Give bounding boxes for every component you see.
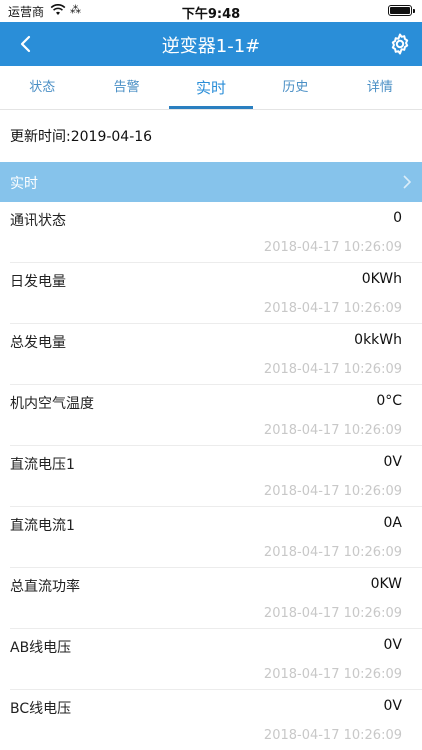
item-value: 0V [383,454,402,470]
tab-history[interactable]: 历史 [253,66,337,109]
gear-icon[interactable] [388,32,412,56]
item-value: 0kkWh [354,332,402,348]
status-time: 下午9:48 [181,7,241,22]
item-timestamp: 2018-04-17 10:26:09 [263,301,402,316]
item-name: 总直流功率 [10,579,80,595]
list-item[interactable]: AB线电压 0V 2018-04-17 10:26:09 [0,629,422,690]
item-value: 0KW [370,576,402,592]
item-value: 0 [393,210,402,226]
item-value: 0A [383,515,402,531]
item-timestamp: 2018-04-17 10:26:09 [263,606,402,621]
list-item[interactable]: 机内空气温度 0°C 2018-04-17 10:26:09 [0,385,422,446]
item-timestamp: 2018-04-17 10:26:09 [263,484,402,499]
item-value: 0V [383,698,402,714]
list-item[interactable]: BC线电压 0V 2018-04-17 10:26:09 [0,690,422,750]
tab-status[interactable]: 状态 [0,66,84,109]
item-timestamp: 2018-04-17 10:26:09 [263,240,402,255]
list-item[interactable]: 直流电压1 0V 2018-04-17 10:26:09 [0,446,422,507]
item-name: 直流电压1 [10,457,75,473]
tab-alarm[interactable]: 告警 [84,66,168,109]
list-item[interactable]: 日发电量 0KWh 2018-04-17 10:26:09 [0,263,422,324]
list-item[interactable]: 直流电流1 0A 2018-04-17 10:26:09 [0,507,422,568]
item-timestamp: 2018-04-17 10:26:09 [263,362,402,377]
item-timestamp: 2018-04-17 10:26:09 [263,728,402,743]
item-value: 0V [383,637,402,653]
tab-realtime[interactable]: 实时 [168,66,254,109]
item-name: 日发电量 [10,274,66,290]
tab-details[interactable]: 详情 [338,66,422,109]
item-timestamp: 2018-04-17 10:26:09 [263,423,402,438]
status-bar: 运营商 ⁂ 下午9:48 [0,0,422,22]
chevron-right-icon [403,175,412,189]
item-value: 0KWh [361,271,402,287]
item-timestamp: 2018-04-17 10:26:09 [263,667,402,682]
item-name: 机内空气温度 [10,396,94,412]
item-name: 直流电流1 [10,518,75,534]
battery-icon [388,5,415,16]
nav-bar: 逆变器1-1# [0,22,422,66]
item-name: AB线电压 [10,640,72,656]
realtime-list: 通讯状态 0 2018-04-17 10:26:09 日发电量 0KWh 201… [0,202,422,750]
update-time: 更新时间:2019-04-16 [10,129,153,145]
item-value: 0°C [376,393,402,409]
item-name: 通讯状态 [10,213,66,229]
item-timestamp: 2018-04-17 10:26:09 [263,545,402,560]
section-header-realtime[interactable]: 实时 [0,162,422,202]
list-item[interactable]: 总发电量 0kkWh 2018-04-17 10:26:09 [0,324,422,385]
tab-bar: 状态 告警 实时 历史 详情 [0,66,422,110]
list-item[interactable]: 总直流功率 0KW 2018-04-17 10:26:09 [0,568,422,629]
item-name: 总发电量 [10,335,66,351]
section-label: 实时 [10,176,38,192]
item-name: BC线电压 [10,701,72,717]
page-title: 逆变器1-1# [161,36,261,57]
list-item[interactable]: 通讯状态 0 2018-04-17 10:26:09 [0,202,422,263]
